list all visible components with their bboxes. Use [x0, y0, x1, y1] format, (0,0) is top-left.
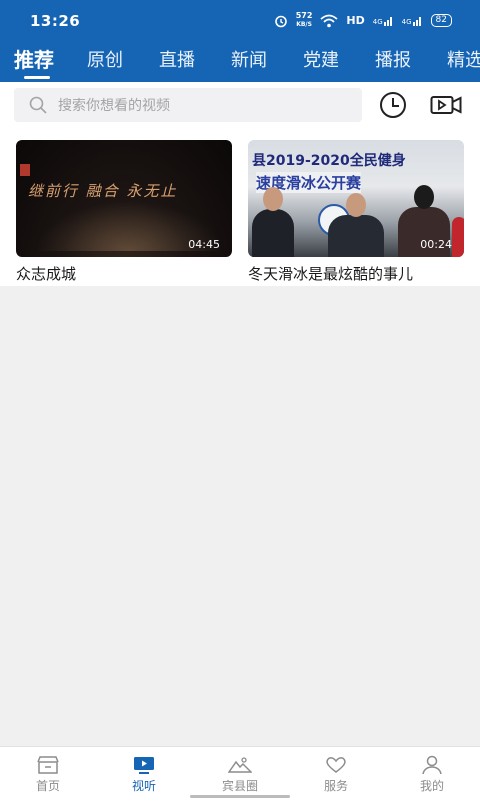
video-feed: 搜索你想看的视频 继前行 融合 永无止 04:45 众志成城 县2019-202…	[0, 82, 480, 286]
heart-hand-icon	[326, 757, 346, 773]
wifi-icon	[320, 14, 339, 27]
nav-home[interactable]: 首页	[0, 751, 96, 794]
status-icons: 572 KB/S HD 4G 4G 82	[274, 12, 452, 29]
video-duration: 04:45	[188, 238, 220, 251]
tab-broadcast[interactable]: 播报	[375, 46, 411, 72]
tab-featured[interactable]: 精选	[447, 46, 480, 72]
gesture-bar[interactable]	[190, 795, 290, 798]
signal-1: 4G	[373, 15, 394, 26]
tab-party[interactable]: 党建	[303, 46, 339, 72]
nav-county-circle[interactable]: 宾县圈	[192, 751, 288, 794]
video-thumbnail[interactable]: 县2019-2020全民健身 速度滑冰公开赛 00:24	[248, 140, 464, 257]
video-title[interactable]: 众志成城	[16, 263, 232, 284]
nav-media[interactable]: 视听	[96, 751, 192, 794]
net-speed-value: 572	[295, 11, 313, 20]
nav-county-circle-label: 宾县圈	[221, 779, 258, 793]
tab-original[interactable]: 原创	[87, 46, 123, 72]
tv-icon	[134, 757, 154, 774]
bottom-navigation: 首页 视听 宾县圈 服务 我的	[0, 746, 480, 801]
battery-indicator: 82	[430, 14, 452, 27]
video-title[interactable]: 冬天滑冰是最炫酷的事儿	[248, 263, 464, 284]
signal-2: 4G	[402, 15, 423, 26]
signal-1-label: 4G	[372, 18, 383, 26]
tab-recommend[interactable]: 推荐	[14, 44, 54, 73]
video-camera-icon[interactable]	[430, 90, 462, 120]
user-icon	[422, 755, 442, 775]
signal-bars-icon	[383, 17, 392, 26]
video-card[interactable]: 县2019-2020全民健身 速度滑冰公开赛 00:24 冬天滑冰是最炫酷的事儿	[248, 140, 464, 284]
search-bar[interactable]: 搜索你想看的视频	[14, 88, 362, 122]
nav-media-label: 视听	[131, 779, 156, 793]
tab-live[interactable]: 直播	[159, 46, 195, 72]
signal-2-label: 4G	[401, 18, 412, 26]
alarm-icon	[274, 15, 287, 27]
tab-news[interactable]: 新闻	[231, 46, 267, 72]
person-figure	[252, 187, 294, 257]
nav-service-label: 服务	[323, 779, 348, 793]
search-placeholder: 搜索你想看的视频	[58, 98, 170, 114]
mountain-icon	[228, 757, 252, 773]
search-icon	[29, 96, 47, 114]
nav-profile-label: 我的	[419, 779, 444, 793]
nav-home-label: 首页	[35, 779, 60, 793]
category-tabs: 推荐 原创 直播 新闻 党建 播报 精选	[0, 40, 480, 82]
video-thumbnail[interactable]: 继前行 融合 永无止 04:45	[16, 140, 232, 257]
seal-mark	[20, 164, 30, 176]
nav-profile[interactable]: 我的	[384, 751, 480, 794]
home-icon	[37, 756, 59, 774]
person-figure	[452, 217, 464, 257]
thumbnail-banner: 县2019-2020全民健身	[252, 153, 406, 169]
signal-bars-icon	[412, 17, 421, 26]
net-speed-unit: KB/S	[296, 21, 312, 28]
status-time: 13:26	[30, 12, 81, 30]
app-header: 13:26 572 KB/S HD 4G 4G 82 推荐 原创 直播 新闻 党…	[0, 0, 480, 82]
thumbnail-caption: 继前行 融合 永无止	[28, 182, 178, 200]
net-speed: 572 KB/S	[296, 12, 313, 29]
video-card[interactable]: 继前行 融合 永无止 04:45 众志成城	[16, 140, 232, 284]
active-tab-indicator	[24, 76, 50, 79]
person-figure	[328, 193, 384, 257]
video-duration: 00:24	[420, 238, 452, 251]
status-bar: 13:26 572 KB/S HD 4G 4G 82	[0, 0, 480, 40]
history-clock-icon[interactable]	[377, 90, 409, 120]
nav-service[interactable]: 服务	[288, 751, 384, 794]
hd-indicator: HD	[346, 14, 365, 27]
